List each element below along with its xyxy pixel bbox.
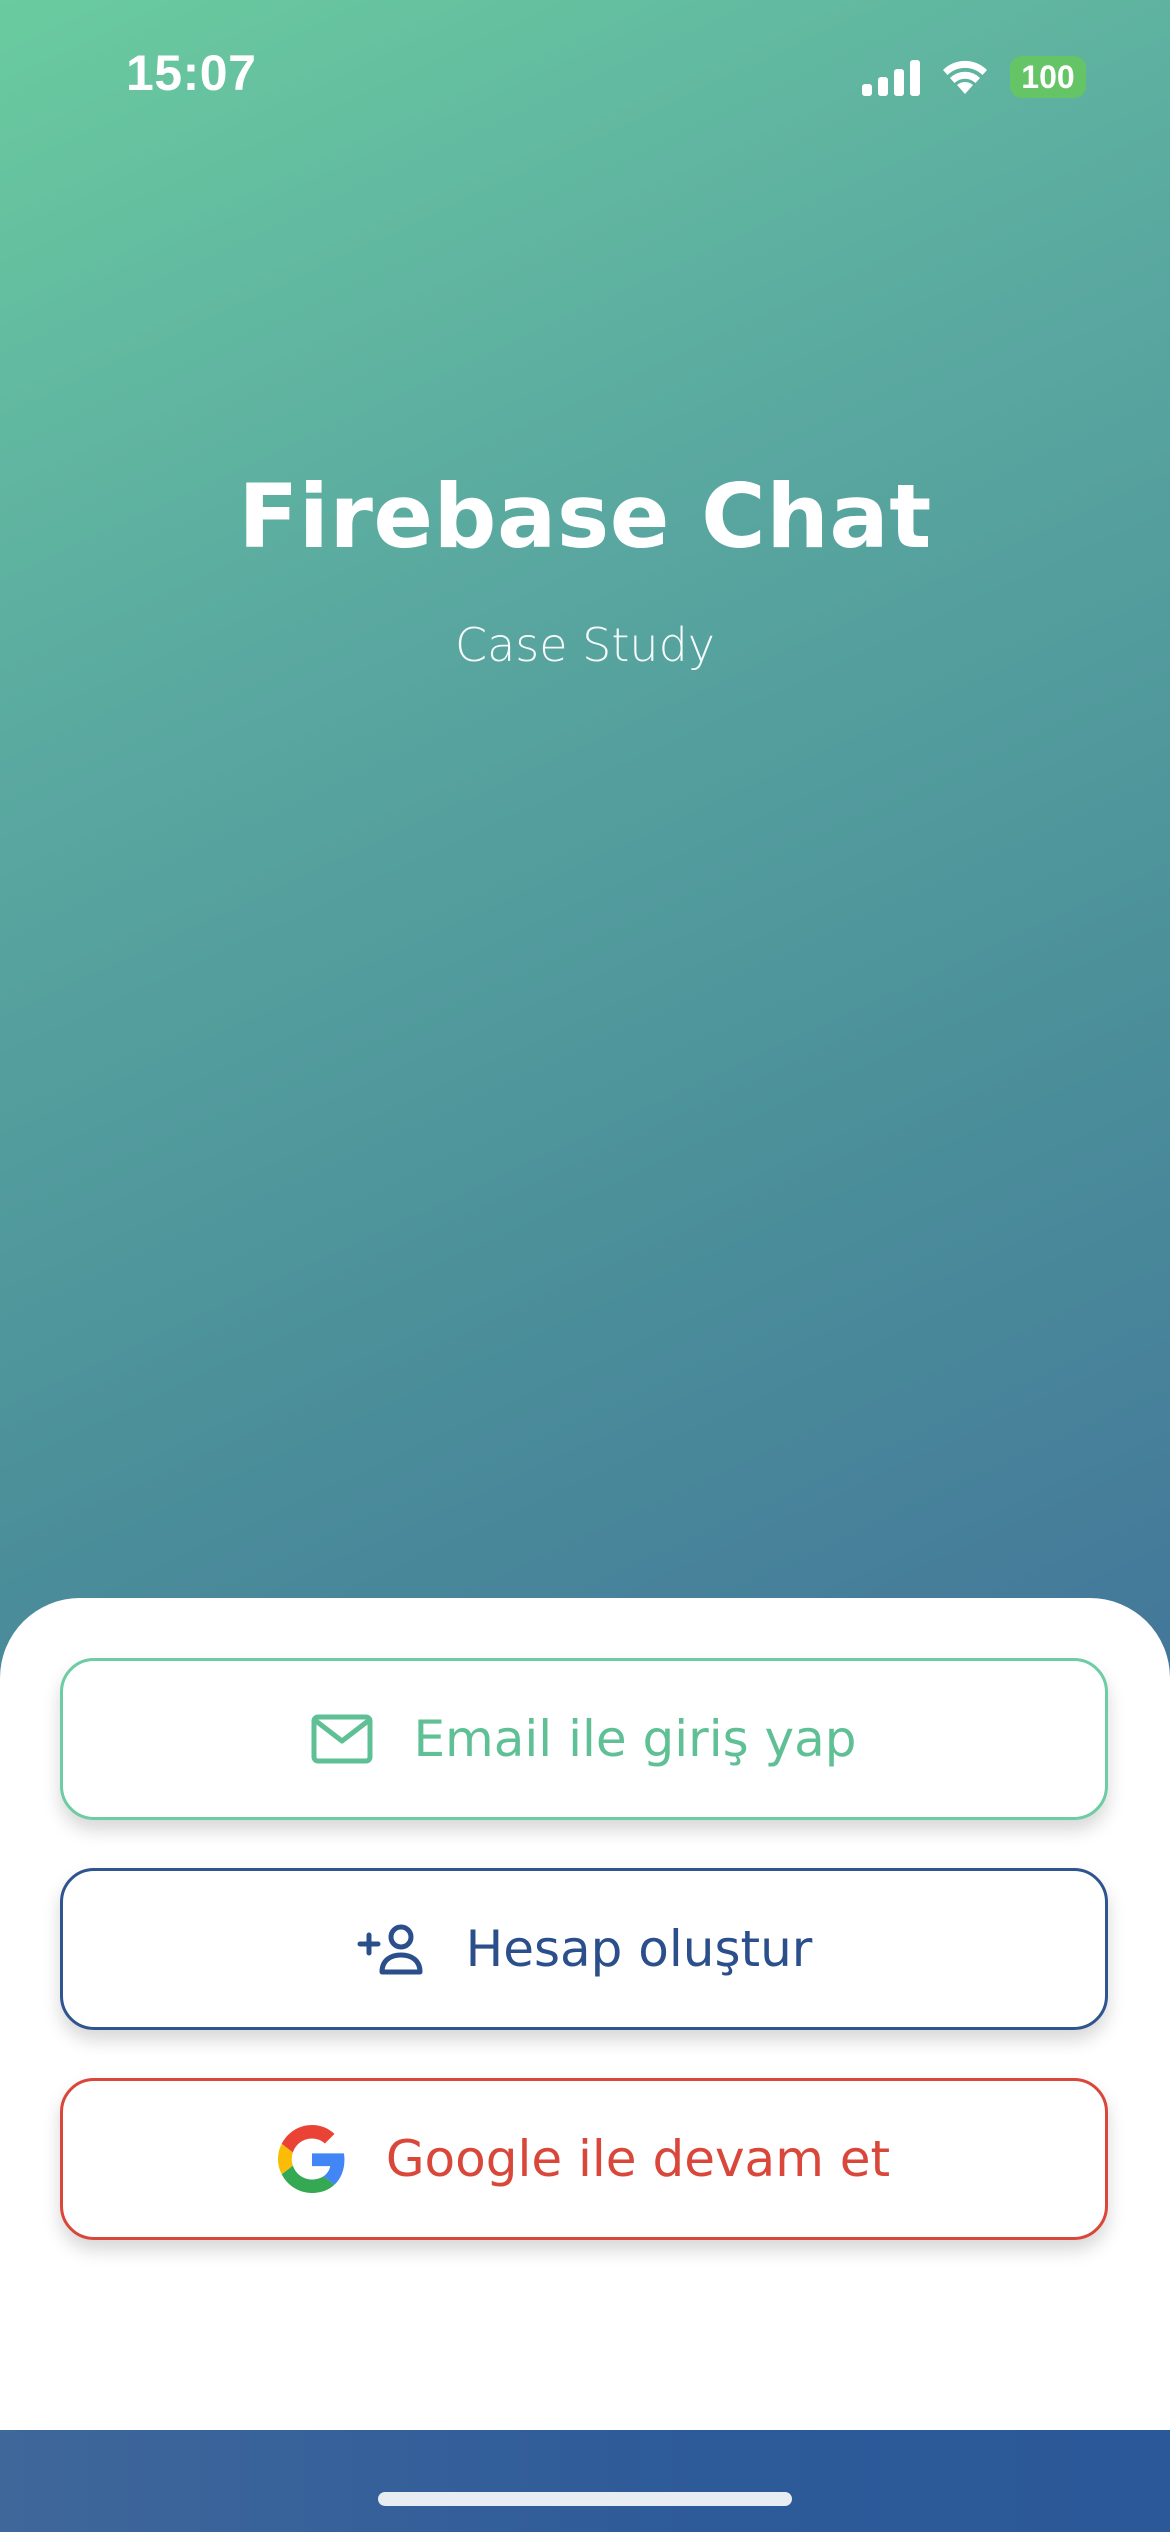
- wifi-icon: [943, 60, 987, 94]
- battery-icon: 100: [1010, 56, 1086, 98]
- email-login-label: Email ile giriş yap: [413, 1710, 857, 1768]
- status-bar: 15:07 100: [0, 0, 1170, 160]
- email-login-button[interactable]: Email ile giriş yap: [60, 1658, 1108, 1820]
- google-signin-button[interactable]: Google ile devam et: [60, 2078, 1108, 2240]
- home-indicator[interactable]: [378, 2492, 792, 2506]
- status-time: 15:07: [126, 45, 257, 101]
- status-icons: 100: [862, 52, 1086, 102]
- create-account-label: Hesap oluştur: [465, 1920, 813, 1978]
- google-icon: [277, 2125, 345, 2193]
- add-person-icon: [357, 1924, 423, 1975]
- app-subtitle: Case Study: [454, 618, 715, 672]
- auth-sheet: Email ile giriş yap Hesap oluştur Google…: [0, 1598, 1170, 2430]
- google-signin-label: Google ile devam et: [385, 2130, 891, 2188]
- hero: Firebase Chat Case Study: [0, 465, 1170, 672]
- mail-icon: [311, 1714, 373, 1764]
- create-account-button[interactable]: Hesap oluştur: [60, 1868, 1108, 2030]
- app-title: Firebase Chat: [238, 465, 932, 568]
- bottom-bar: [0, 2430, 1170, 2532]
- signal-icon: [862, 58, 920, 96]
